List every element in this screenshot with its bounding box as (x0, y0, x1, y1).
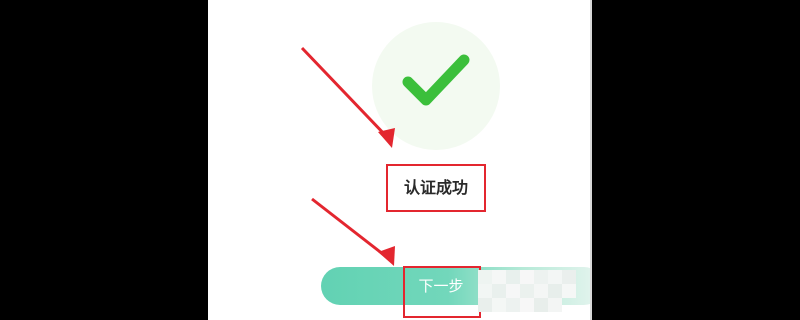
next-step-highlight-box (403, 266, 481, 318)
check-icon (402, 54, 470, 106)
status-highlight-box (386, 164, 486, 212)
phone-screen: 认证成功 下一步 (208, 0, 592, 320)
screenshot-stage: 认证成功 下一步 (0, 0, 800, 320)
screen-right-edge (590, 0, 592, 320)
success-circle (372, 22, 500, 150)
